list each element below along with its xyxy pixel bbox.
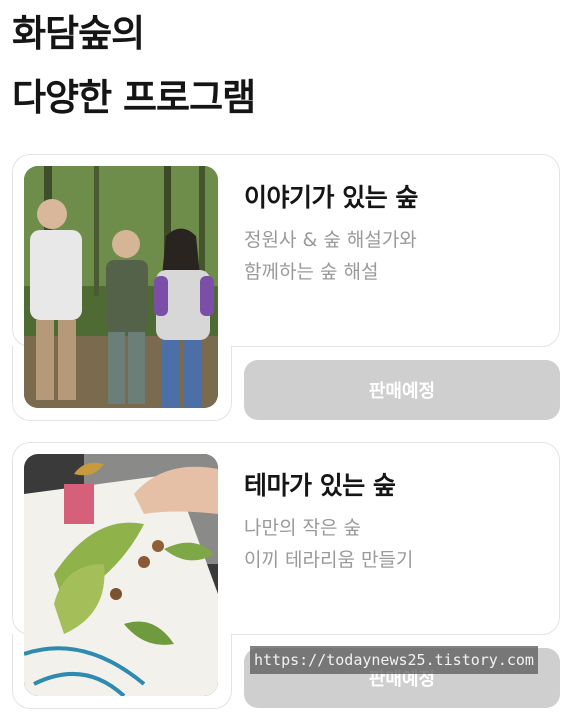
heading-line-1: 화담숲의 xyxy=(12,12,145,55)
program-title: 이야기가 있는 숲 xyxy=(244,183,418,212)
program-photo-children-in-forest[interactable] xyxy=(24,166,218,408)
description-line-2: 이끼 테라리움 만들기 xyxy=(244,549,414,571)
program-description: 나만의 작은 숲 이끼 테라리움 만들기 xyxy=(244,512,413,576)
program-title: 테마가 있는 숲 xyxy=(244,471,396,500)
heading-line-2: 다양한 프로그램 xyxy=(12,76,256,119)
sale-status-button[interactable]: 판매예정 xyxy=(244,360,560,420)
description-line-1: 정원사 & 숲 해설가와 xyxy=(244,229,417,251)
section-heading: 화담숲의 다양한 프로그램 xyxy=(12,2,256,130)
description-line-2: 함께하는 숲 해설 xyxy=(244,261,379,283)
description-line-1: 나만의 작은 숲 xyxy=(244,517,361,539)
program-description: 정원사 & 숲 해설가와 함께하는 숲 해설 xyxy=(244,224,417,288)
watermark-url: https://todaynews25.tistory.com xyxy=(250,646,538,674)
program-photo-leaf-craft[interactable] xyxy=(24,454,218,696)
